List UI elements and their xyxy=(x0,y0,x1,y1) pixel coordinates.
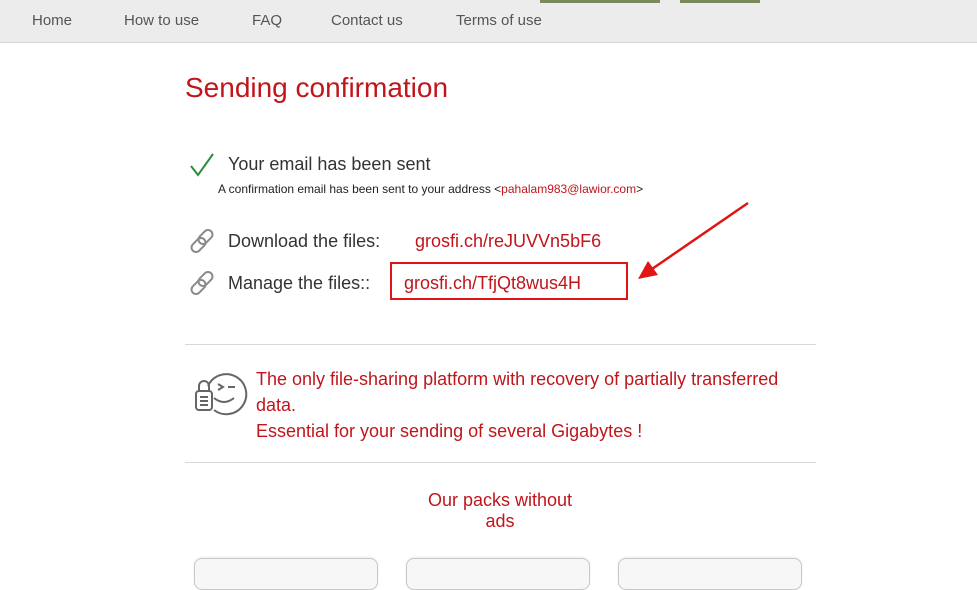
nav-home[interactable]: Home xyxy=(32,12,72,29)
promo-text: The only file-sharing platform with reco… xyxy=(256,366,816,444)
divider xyxy=(185,462,816,463)
nav-contact-us[interactable]: Contact us xyxy=(331,12,403,29)
divider xyxy=(185,344,816,345)
page-title: Sending confirmation xyxy=(185,72,449,103)
email-sent-title: Your email has been sent xyxy=(228,154,431,174)
chain-link-icon xyxy=(190,229,214,253)
pack-card[interactable] xyxy=(406,558,590,590)
download-link[interactable]: grosfi.ch/reJUVVn5bF6 xyxy=(415,231,601,252)
manage-label: Manage the files:: xyxy=(228,273,371,293)
email-sent-detail: A confirmation email has been sent to yo… xyxy=(218,182,643,196)
pack-card[interactable] xyxy=(194,558,378,590)
header-image-strip xyxy=(680,0,760,3)
happy-face-lock-icon xyxy=(195,373,248,416)
nav-terms-of-use[interactable]: Terms of use xyxy=(456,12,542,29)
chain-link-icon xyxy=(190,271,214,295)
recipient-email: pahalam983@lawior.com xyxy=(501,182,637,196)
email-sent-detail-suffix: > xyxy=(636,182,644,196)
annotation-arrow-icon xyxy=(638,201,749,279)
checkmark-icon xyxy=(190,153,214,177)
promo-line-1: The only file-sharing platform with reco… xyxy=(256,369,779,415)
pack-card[interactable] xyxy=(618,558,802,590)
header-image-strip xyxy=(540,0,660,3)
promo-line-2: Essential for your sending of several Gi… xyxy=(256,421,643,441)
download-label: Download the files: xyxy=(228,231,381,251)
annotation-highlight-box xyxy=(390,262,628,300)
email-sent-detail-text: A confirmation email has been sent to yo… xyxy=(218,182,502,196)
top-navbar: Home How to use FAQ Contact us Terms of … xyxy=(0,0,977,43)
nav-how-to-use[interactable]: How to use xyxy=(124,12,199,29)
nav-faq[interactable]: FAQ xyxy=(252,12,282,29)
packs-title: Our packs without ads xyxy=(427,490,573,531)
